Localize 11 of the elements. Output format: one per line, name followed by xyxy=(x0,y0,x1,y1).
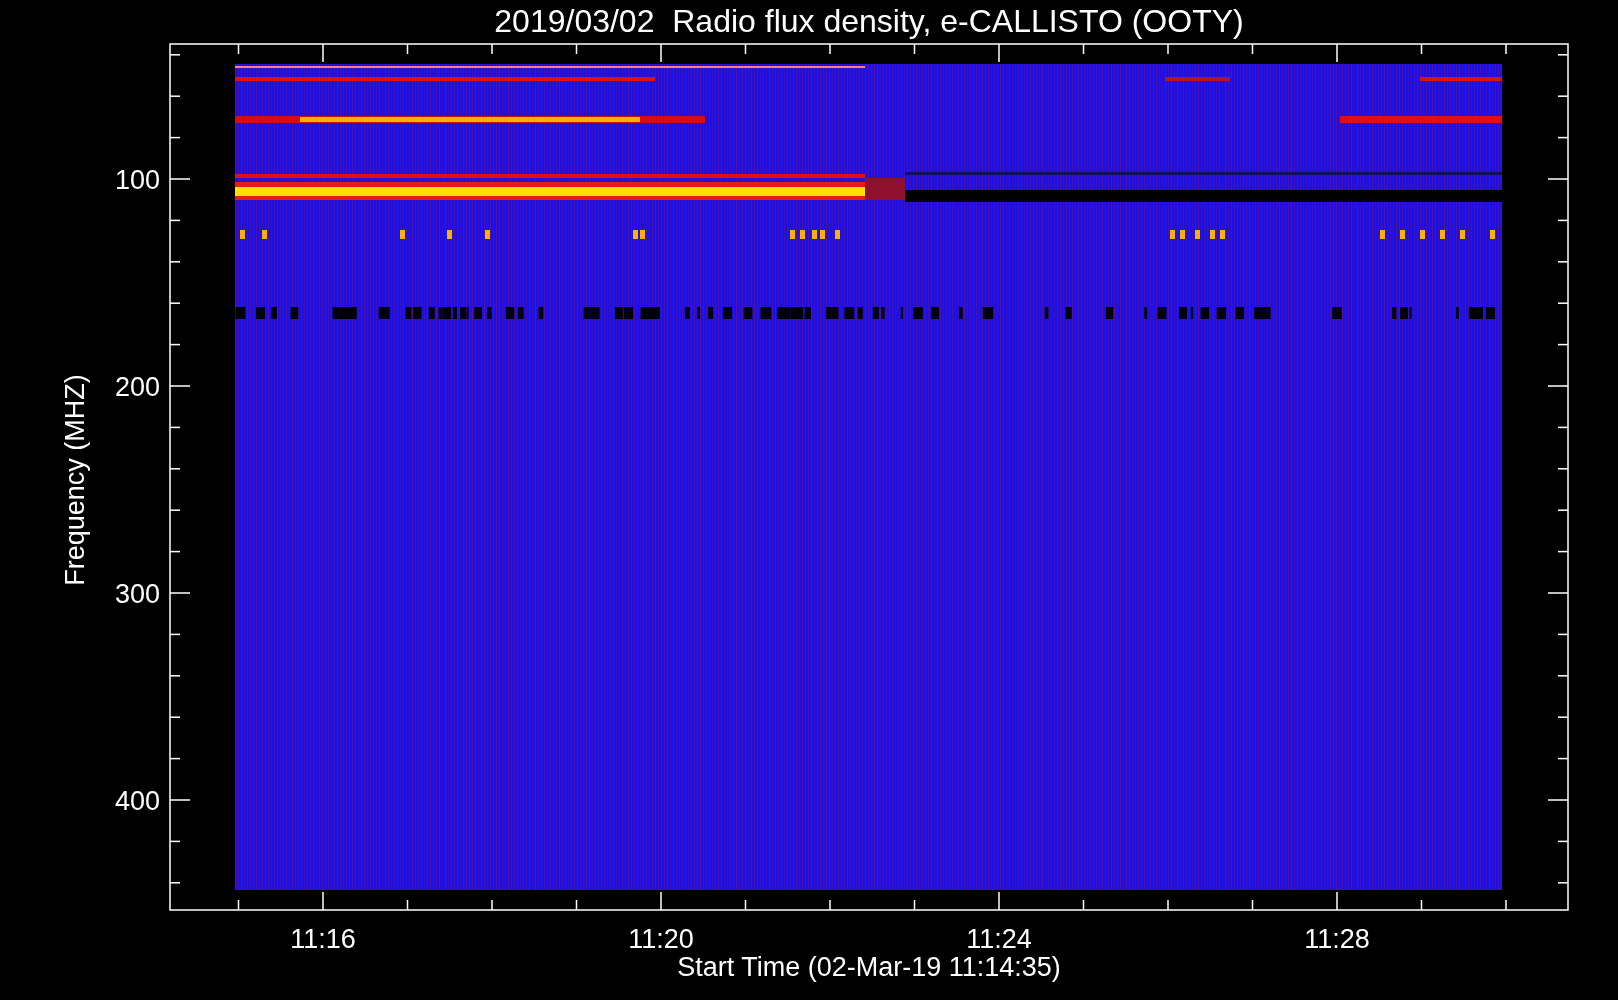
axis-tick-label: 200 xyxy=(114,372,160,402)
axis-tick-label: 400 xyxy=(114,786,160,816)
axis-label: Frequency (MHZ) xyxy=(60,374,90,586)
axis-tick-label: 11:28 xyxy=(1304,924,1370,954)
axis-label: Start Time (02-Mar-19 11:14:35) xyxy=(677,952,1061,982)
axis-tick-label: 100 xyxy=(114,165,160,195)
chart-title: 2019/03/02 Radio flux density, e-CALLISTO (OOTY) xyxy=(494,3,1244,39)
axis-tick-label: 11:24 xyxy=(966,924,1032,954)
axis-tick-label: 300 xyxy=(114,579,160,609)
axis-tick-label: 11:20 xyxy=(628,924,694,954)
axis-tick-label: 11:16 xyxy=(290,924,356,954)
